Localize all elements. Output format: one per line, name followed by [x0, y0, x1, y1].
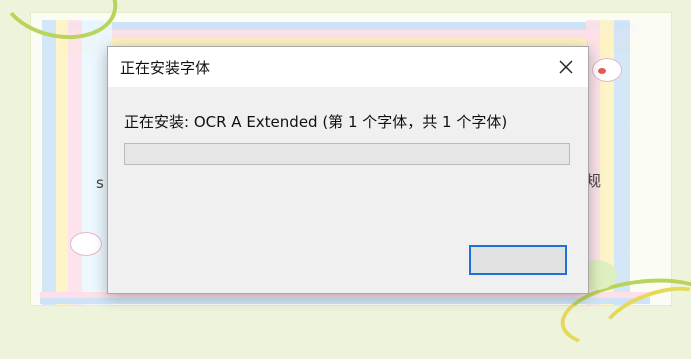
decorative-dot-icon	[598, 68, 606, 74]
dialog-action-button[interactable]	[469, 245, 567, 275]
decorative-cloud-icon	[70, 232, 102, 256]
install-font-dialog: 正在安装字体 正在安装: OCR A Extended (第 1 个字体，共 1…	[107, 46, 589, 294]
dialog-titlebar: 正在安装字体	[108, 47, 588, 87]
install-progress-bar	[124, 143, 570, 165]
decorative-cloud-icon	[592, 58, 622, 82]
background-left-border	[42, 20, 112, 305]
close-icon	[559, 60, 573, 74]
background-text-fragment: s	[96, 174, 104, 192]
install-status-text: 正在安装: OCR A Extended (第 1 个字体，共 1 个字体)	[124, 113, 508, 131]
dialog-title: 正在安装字体	[120, 59, 211, 77]
close-button[interactable]	[544, 47, 588, 87]
